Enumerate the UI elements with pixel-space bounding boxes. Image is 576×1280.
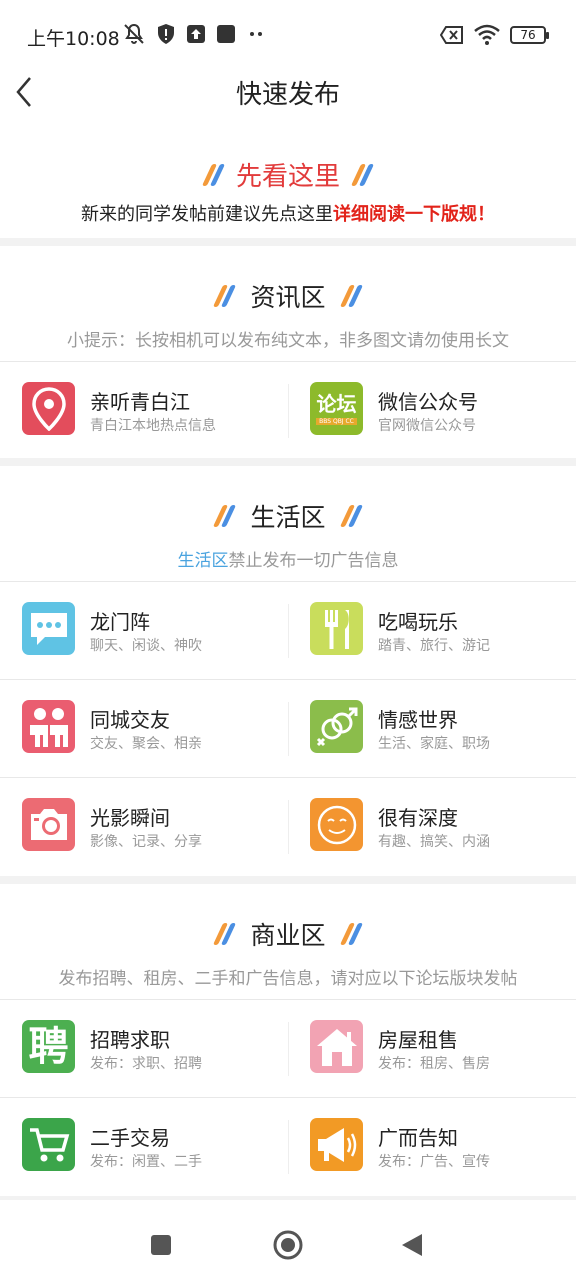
item-name: 同城交友 (90, 708, 170, 732)
system-nav-bar (0, 1200, 576, 1280)
forum-item-tongchengjiaoyou[interactable]: 同城交友 交友、聚会、相亲 (22, 700, 282, 756)
fork-knife-icon (310, 602, 363, 655)
logo-subtext: BBS QBJ CC (316, 417, 357, 425)
notice-title: 先看这里 (235, 162, 340, 192)
slash-decoration-icon (351, 163, 375, 186)
item-name: 吃喝玩乐 (378, 610, 458, 634)
home-icon[interactable] (272, 1229, 304, 1261)
section-life: 生活区 生活区禁止发布一切广告信息 龙门阵 聊天、闲谈、神吹 吃喝玩乐 踏青、旅… (0, 466, 576, 876)
page-title: 快速发布 (235, 80, 340, 110)
item-desc: 青白江本地热点信息 (90, 418, 216, 434)
slash-decoration-icon (201, 163, 225, 186)
hire-character: 聘 (28, 1023, 69, 1070)
item-name: 亲听青白江 (90, 390, 190, 414)
item-name: 情感世界 (378, 708, 458, 732)
item-desc: 有趣、搞笑、内涵 (378, 834, 490, 850)
section-tip: 小提示：长按相机可以发布纯文本，非多图文请勿使用长文 (67, 331, 509, 351)
item-name: 二手交易 (90, 1126, 170, 1150)
wifi-icon (474, 24, 500, 45)
app-square-icon (217, 25, 235, 43)
forum-item-longmenzhen[interactable]: 龙门阵 聊天、闲谈、神吹 (22, 602, 282, 658)
slash-decoration-icon (212, 923, 236, 945)
forum-item-wechat[interactable]: 论坛 BBS QBJ CC 微信公众号 官网微信公众号 (310, 382, 570, 438)
chat-bubble-icon (22, 602, 75, 655)
notice-rules-link[interactable]: 详细阅读一下版规！ (333, 204, 495, 225)
forum-item-qtqbj[interactable]: 亲听青白江 青白江本地热点信息 (22, 382, 282, 438)
section-title: 生活区 (250, 503, 326, 532)
item-desc: 发布：闲置、二手 (90, 1154, 202, 1170)
notice-text: 新来的同学发帖前建议先点这里 (81, 204, 333, 225)
section-tip: 发布招聘、租房、二手和广告信息，请对应以下论坛版块发帖 (58, 969, 518, 989)
smiley-face-icon (310, 798, 363, 851)
section-tip-text: 禁止发布一切广告信息 (228, 551, 399, 571)
recent-apps-icon[interactable] (150, 1234, 172, 1256)
megaphone-icon (310, 1118, 363, 1171)
item-desc: 聊天、闲谈、神吹 (90, 638, 202, 654)
item-name: 光影瞬间 (90, 806, 170, 830)
item-desc: 踏青、旅行、游记 (378, 638, 490, 654)
shopping-cart-icon (22, 1118, 75, 1171)
item-desc: 官网微信公众号 (378, 418, 476, 434)
section-tip-highlight: 生活区 (177, 551, 229, 571)
section-title: 资讯区 (250, 283, 326, 312)
section-title: 商业区 (250, 921, 326, 950)
location-pin-icon (22, 382, 75, 435)
forum-item-fangwuzushou[interactable]: 房屋租售 发布：租房、售房 (310, 1020, 570, 1076)
slash-decoration-icon (340, 285, 364, 307)
house-icon (310, 1020, 363, 1073)
item-name: 房屋租售 (378, 1028, 458, 1052)
people-icon (22, 700, 75, 753)
slash-decoration-icon (340, 923, 364, 945)
item-desc: 生活、家庭、职场 (378, 736, 490, 752)
battery-indicator: 76 (510, 26, 549, 44)
forum-logo-icon: 论坛 BBS QBJ CC (310, 382, 363, 435)
status-time: 上午10:08 (27, 28, 120, 50)
logo-text: 论坛 (316, 391, 357, 416)
section-news: 资讯区 小提示：长按相机可以发布纯文本，非多图文请勿使用长文 亲听青白江 青白江… (0, 246, 576, 458)
gender-symbols-icon (310, 700, 363, 753)
item-name: 招聘求职 (90, 1028, 170, 1052)
item-desc: 发布：租房、售房 (378, 1056, 490, 1072)
camera-icon (22, 798, 75, 851)
item-desc: 发布：求职、招聘 (90, 1056, 202, 1072)
status-bar: 上午10:08 76 (0, 0, 576, 70)
more-dots-icon (250, 32, 262, 36)
forum-item-chihewanle[interactable]: 吃喝玩乐 踏青、旅行、游记 (310, 602, 570, 658)
slash-decoration-icon (212, 505, 236, 527)
upload-icon (187, 25, 205, 43)
back-nav-icon[interactable] (400, 1233, 424, 1257)
title-bar: 快速发布 (0, 70, 576, 122)
slash-decoration-icon (212, 285, 236, 307)
section-tip: 生活区禁止发布一切广告信息 (0, 546, 576, 571)
shield-icon (158, 24, 174, 44)
forum-item-zhaopinqiuzhi[interactable]: 聘 招聘求职 发布：求职、招聘 (22, 1020, 282, 1076)
item-desc: 影像、记录、分享 (90, 834, 202, 850)
item-desc: 发布：广告、宣传 (378, 1154, 490, 1170)
item-name: 微信公众号 (378, 390, 478, 414)
item-name: 龙门阵 (90, 610, 150, 634)
hire-character-icon: 聘 (22, 1020, 75, 1073)
item-name: 很有深度 (378, 806, 458, 830)
forum-item-ershoujiaoyi[interactable]: 二手交易 发布：闲置、二手 (22, 1118, 282, 1174)
forum-item-guangergaozhi[interactable]: 广而告知 发布：广告、宣传 (310, 1118, 570, 1174)
section-business: 商业区 发布招聘、租房、二手和广告信息，请对应以下论坛版块发帖 聘 招聘求职 发… (0, 884, 576, 1196)
forum-item-qingganshijie[interactable]: 情感世界 生活、家庭、职场 (310, 700, 570, 756)
notice-section[interactable]: 先看这里 新来的同学发帖前建议先点这里详细阅读一下版规！ (0, 122, 576, 238)
sim-off-icon (440, 26, 463, 44)
item-name: 广而告知 (378, 1126, 458, 1150)
forum-item-henyoushendu[interactable]: 很有深度 有趣、搞笑、内涵 (310, 798, 570, 854)
bell-muted-icon (124, 23, 144, 44)
item-desc: 交友、聚会、相亲 (90, 736, 202, 752)
forum-item-guangyingshunjian[interactable]: 光影瞬间 影像、记录、分享 (22, 798, 282, 854)
slash-decoration-icon (340, 505, 364, 527)
